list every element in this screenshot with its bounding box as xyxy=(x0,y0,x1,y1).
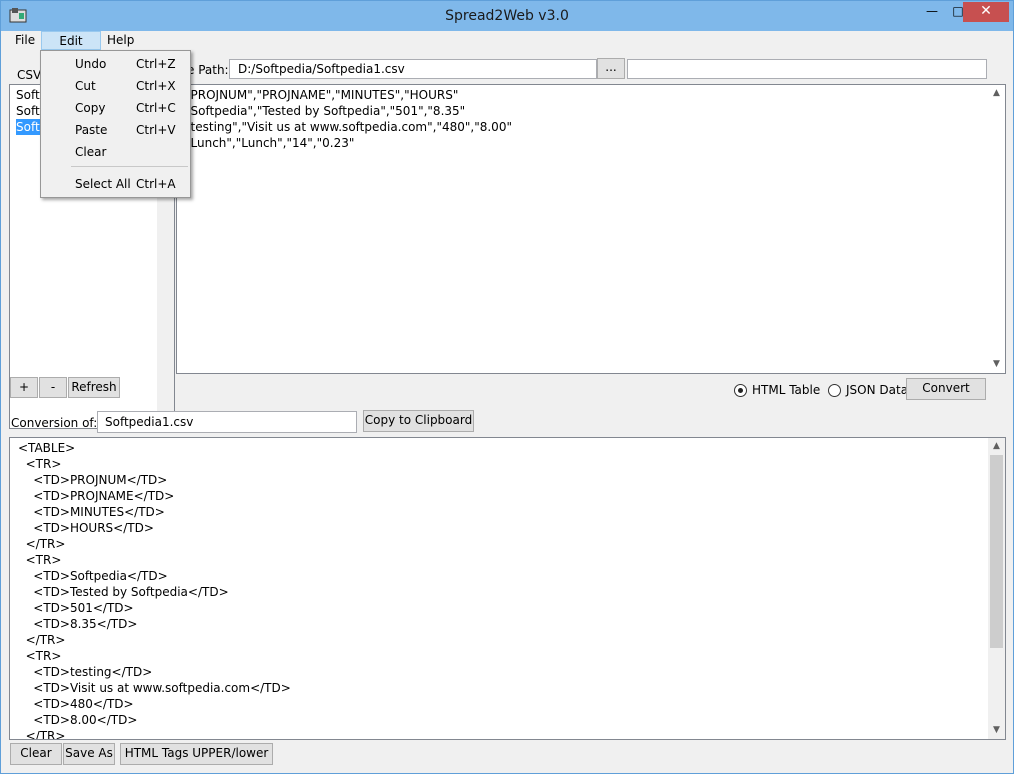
menu-item-paste[interactable]: Paste Ctrl+V xyxy=(43,119,188,141)
html-tags-case-button[interactable]: HTML Tags UPPER/lower xyxy=(120,743,273,765)
save-as-button[interactable]: Save As xyxy=(63,743,115,765)
json-data-radio[interactable] xyxy=(828,384,841,397)
menu-separator xyxy=(71,166,188,167)
conversion-file-input[interactable]: Softpedia1.csv xyxy=(97,411,357,433)
scroll-down-icon[interactable]: ▼ xyxy=(988,722,1005,739)
output-line: <TD>MINUTES</TD> xyxy=(18,505,165,519)
menu-item-clear[interactable]: Clear xyxy=(43,141,188,163)
menu-help[interactable]: Help xyxy=(101,31,140,50)
menu-edit[interactable]: Edit xyxy=(41,31,101,50)
file-path-label: e Path: xyxy=(187,63,229,77)
conversion-label: Conversion of: xyxy=(11,416,98,430)
file-path-input[interactable]: D:/Softpedia/Softpedia1.csv xyxy=(229,59,597,79)
menu-item-select-all[interactable]: Select All Ctrl+A xyxy=(43,173,188,195)
output-scrollbar[interactable]: ▲ ▼ xyxy=(988,438,1005,739)
output-line: </TR> xyxy=(18,633,66,647)
output-line: <TD>Softpedia</TD> xyxy=(18,569,168,583)
refresh-button[interactable]: Refresh xyxy=(68,377,120,398)
menu-item-shortcut: Ctrl+Z xyxy=(136,57,176,71)
output-line: <TD>501</TD> xyxy=(18,601,134,615)
menu-item-shortcut: Ctrl+C xyxy=(136,101,176,115)
edit-menu-dropdown: Undo Ctrl+Z Cut Ctrl+X Copy Ctrl+C Paste… xyxy=(40,50,191,198)
output-line: <TD>PROJNUM</TD> xyxy=(18,473,168,487)
close-icon: ✕ xyxy=(980,3,992,19)
output-line: </TR> xyxy=(18,537,66,551)
csv-line: "testing","Visit us at www.softpedia.com… xyxy=(185,120,512,134)
menu-item-label: Undo xyxy=(75,57,107,71)
scroll-down-icon[interactable]: ▼ xyxy=(988,356,1005,373)
output-textarea[interactable]: <TABLE> <TR> <TD>PROJNUM</TD> <TD>PROJNA… xyxy=(9,437,1006,740)
scroll-up-icon[interactable]: ▲ xyxy=(988,85,1005,102)
output-line: <TD>Tested by Softpedia</TD> xyxy=(18,585,229,599)
output-line: <TR> xyxy=(18,553,62,567)
menu-item-label: Cut xyxy=(75,79,96,93)
path-extra-field[interactable] xyxy=(627,59,987,79)
minimize-button[interactable]: — xyxy=(919,2,945,22)
output-line: <TD>HOURS</TD> xyxy=(18,521,154,535)
output-line: <TD>8.00</TD> xyxy=(18,713,138,727)
menu-item-undo[interactable]: Undo Ctrl+Z xyxy=(43,53,188,75)
csv-line: "Lunch","Lunch","14","0.23" xyxy=(185,136,355,150)
scroll-thumb[interactable] xyxy=(990,455,1003,648)
add-file-button[interactable]: + xyxy=(10,377,38,398)
remove-file-button[interactable]: - xyxy=(39,377,67,398)
output-line: <TD>Visit us at www.softpedia.com</TD> xyxy=(18,681,291,695)
menu-file[interactable]: File xyxy=(9,31,41,50)
menu-bar: File Edit Help xyxy=(9,31,1005,51)
csv-line: "Softpedia","Tested by Softpedia","501",… xyxy=(185,104,466,118)
html-table-label: HTML Table xyxy=(752,383,821,397)
html-table-radio[interactable] xyxy=(734,384,747,397)
app-window: Spread2Web v3.0 — □ ✕ File Edit Help CSV… xyxy=(0,0,1014,774)
menu-item-label: Paste xyxy=(75,123,108,137)
maximize-icon: □ xyxy=(952,4,964,18)
menu-item-label: Select All xyxy=(75,177,131,191)
output-line: <TD>8.35</TD> xyxy=(18,617,138,631)
menu-item-shortcut: Ctrl+A xyxy=(136,177,176,191)
output-line: <TD>480</TD> xyxy=(18,697,134,711)
output-line: <TD>testing</TD> xyxy=(18,665,153,679)
csv-label: CSV xyxy=(17,68,42,82)
copy-to-clipboard-button[interactable]: Copy to Clipboard xyxy=(363,410,474,432)
csv-scrollbar[interactable]: ▲ ▼ xyxy=(988,85,1005,373)
close-button[interactable]: ✕ xyxy=(963,2,1009,22)
output-line: <TABLE> xyxy=(18,441,76,455)
window-title: Spread2Web v3.0 xyxy=(445,8,569,24)
convert-button[interactable]: Convert xyxy=(906,378,986,400)
csv-content-textarea[interactable]: "PROJNUM","PROJNAME","MINUTES","HOURS" "… xyxy=(176,84,1006,374)
title-bar[interactable]: Spread2Web v3.0 — □ ✕ xyxy=(1,1,1013,31)
browse-button[interactable]: ... xyxy=(597,58,625,79)
menu-item-label: Clear xyxy=(75,145,107,159)
menu-item-copy[interactable]: Copy Ctrl+C xyxy=(43,97,188,119)
clear-button[interactable]: Clear xyxy=(10,743,62,765)
output-line: <TR> xyxy=(18,649,62,663)
json-data-label: JSON Data xyxy=(846,383,909,397)
menu-item-label: Copy xyxy=(75,101,106,115)
menu-item-shortcut: Ctrl+X xyxy=(136,79,176,93)
csv-line: "PROJNUM","PROJNAME","MINUTES","HOURS" xyxy=(185,88,459,102)
menu-item-shortcut: Ctrl+V xyxy=(136,123,176,137)
output-line: </TR> xyxy=(18,729,66,740)
scroll-up-icon[interactable]: ▲ xyxy=(988,438,1005,455)
minimize-icon: — xyxy=(926,4,938,18)
output-line: <TD>PROJNAME</TD> xyxy=(18,489,175,503)
output-line: <TR> xyxy=(18,457,62,471)
menu-item-cut[interactable]: Cut Ctrl+X xyxy=(43,75,188,97)
